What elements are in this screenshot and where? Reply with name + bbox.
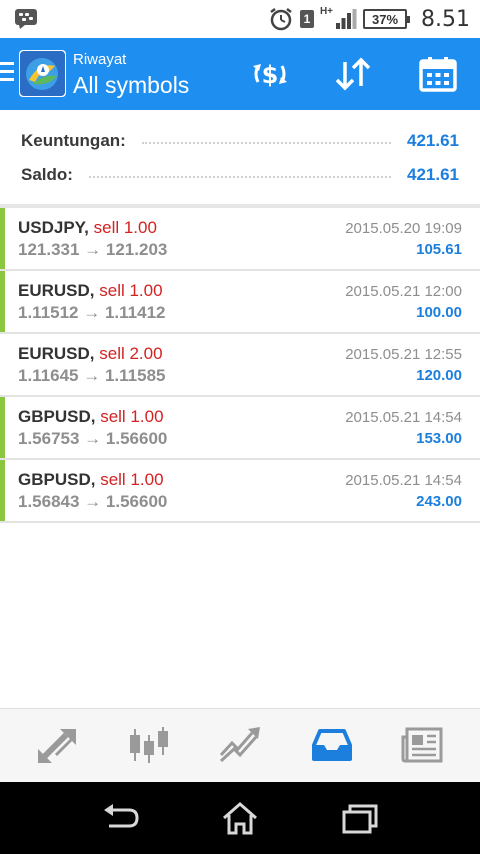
trade-prices: 121.331 → 121.203: [18, 240, 168, 259]
status-bar: 1 H+ 37% 8.51: [0, 0, 480, 38]
trade-trend-icon[interactable]: [218, 725, 262, 765]
trade-indicator-bar: [0, 460, 5, 521]
trade-row[interactable]: GBPUSD, sell 1.00 1.56753 → 1.56600 2015…: [0, 397, 480, 460]
sort-icon[interactable]: [333, 56, 373, 92]
trade-indicator-bar: [0, 271, 5, 332]
trade-datetime: 2015.05.21 14:54: [345, 472, 462, 489]
balance-row: Saldo: 421.61: [21, 162, 459, 188]
recent-apps-icon[interactable]: [340, 800, 380, 836]
trade-symbol: EURUSD,: [18, 281, 95, 300]
trade-row[interactable]: USDJPY, sell 1.00 121.331 → 121.203 2015…: [0, 208, 480, 271]
alarm-clock-icon: [270, 8, 292, 31]
trade-prices: 1.11512 → 1.11412: [18, 303, 166, 322]
profit-value: 421.61: [407, 131, 459, 150]
trade-datetime: 2015.05.21 12:00: [345, 283, 462, 300]
trade-indicator-bar: [0, 334, 5, 395]
clock: 8.51: [421, 6, 470, 32]
trade-datetime: 2015.05.21 12:55: [345, 346, 462, 363]
signal-strength-icon: [336, 9, 357, 29]
trade-indicator-bar: [0, 397, 5, 458]
home-icon[interactable]: [220, 800, 260, 836]
app-bar: Riwayat All symbols $: [0, 38, 480, 110]
trade-side: sell 1.00: [93, 218, 157, 237]
trade-indicator-bar: [0, 208, 5, 269]
trade-row[interactable]: GBPUSD, sell 1.00 1.56843 → 1.56600 2015…: [0, 460, 480, 523]
trade-prices: 1.56753 → 1.56600: [18, 429, 168, 448]
svg-text:$: $: [262, 61, 279, 89]
trade-datetime: 2015.05.20 19:09: [345, 220, 462, 237]
trade-side: sell 1.00: [100, 407, 164, 426]
bbm-notification-icon: [15, 9, 37, 29]
history-inbox-icon[interactable]: [310, 725, 354, 765]
profit-row: Keuntungan: 421.61: [21, 128, 459, 154]
trade-symbol: GBPUSD,: [18, 470, 96, 489]
trade-symbol: GBPUSD,: [18, 407, 96, 426]
system-navigation-bar: [0, 782, 480, 854]
trade-profit: 105.61: [416, 241, 462, 258]
dotted-leader: [88, 176, 391, 178]
trade-profit: 120.00: [416, 367, 462, 384]
balance-label: Saldo:: [21, 165, 73, 184]
screen-title[interactable]: All symbols: [73, 72, 189, 99]
network-type: H+: [319, 5, 334, 17]
back-icon[interactable]: [101, 800, 141, 836]
trade-prices: 1.11645 → 1.11585: [18, 366, 166, 385]
candlestick-chart-icon[interactable]: [127, 725, 171, 765]
trade-prices: 1.56843 → 1.56600: [18, 492, 168, 511]
trade-profit: 243.00: [416, 493, 462, 510]
trade-datetime: 2015.05.21 14:54: [345, 409, 462, 426]
profit-label: Keuntungan:: [21, 131, 126, 150]
metatrader-logo[interactable]: [19, 50, 66, 97]
dotted-leader: [141, 142, 391, 144]
calendar-icon[interactable]: [418, 56, 458, 92]
trade-symbol: USDJPY,: [18, 218, 89, 237]
deposit-withdraw-icon[interactable]: $: [250, 56, 290, 92]
trade-row[interactable]: EURUSD, sell 2.00 1.11645 → 1.11585 2015…: [0, 334, 480, 397]
drawer-menu-icon[interactable]: [0, 62, 14, 86]
trade-profit: 153.00: [416, 430, 462, 447]
account-summary: Keuntungan: 421.61 Saldo: 421.61: [0, 110, 480, 206]
bottom-tab-bar: [0, 708, 480, 782]
trade-row[interactable]: EURUSD, sell 1.00 1.11512 → 1.11412 2015…: [0, 271, 480, 334]
trade-side: sell 2.00: [99, 344, 163, 363]
quotes-arrows-icon[interactable]: [36, 725, 80, 765]
screen-subtitle: Riwayat: [73, 51, 127, 68]
trade-side: sell 1.00: [99, 281, 163, 300]
news-icon[interactable]: [400, 725, 444, 765]
trade-profit: 100.00: [416, 304, 462, 321]
app-logo-icon: [20, 51, 65, 96]
balance-value: 421.61: [407, 165, 459, 184]
battery-indicator: 37%: [363, 9, 411, 29]
trade-symbol: EURUSD,: [18, 344, 95, 363]
sim-indicator: 1: [299, 10, 314, 28]
trade-history-list: USDJPY, sell 1.00 121.331 → 121.203 2015…: [0, 208, 480, 523]
trade-side: sell 1.00: [100, 470, 164, 489]
